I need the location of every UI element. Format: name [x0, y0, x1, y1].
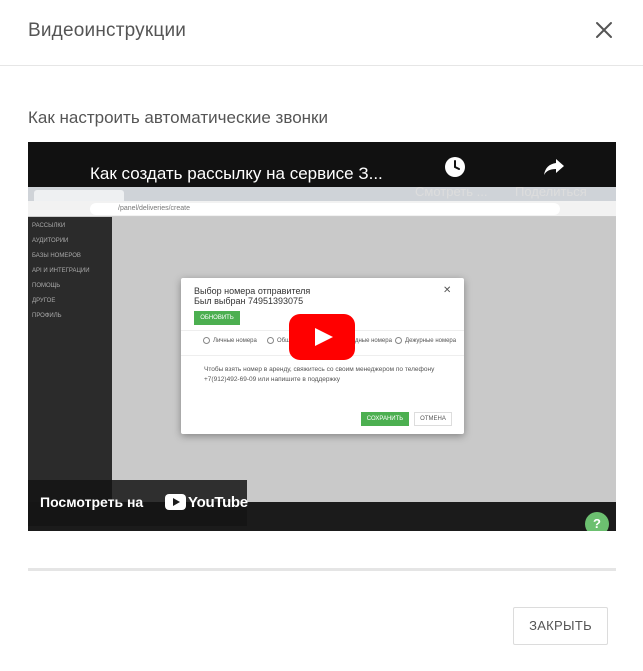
watch-on-label: Посмотреть на: [40, 494, 144, 510]
play-button[interactable]: [289, 314, 355, 360]
video-title[interactable]: Как создать рассылку на сервисе З...: [90, 164, 383, 184]
help-button: ?: [585, 512, 609, 531]
youtube-logo-icon: [165, 494, 186, 515]
url-field: /panel/deliveries/create: [90, 203, 560, 215]
dialog-title: Выбор номера отправителя: [194, 286, 311, 296]
dialog-text: Чтобы взять номер в аренду, свяжитесь со…: [204, 366, 435, 383]
app-sidebar: РАССЫЛКИ АУДИТОРИИ БАЗЫ НОМЕРОВ API И ИН…: [28, 217, 112, 502]
sidebar-item: БАЗЫ НОМЕРОВ: [32, 253, 81, 259]
video-subtitle: Как настроить автоматические звонки: [28, 108, 328, 127]
cancel-button: ОТМЕНА: [414, 412, 452, 426]
video-instructions-modal: Видеоинструкции Как настроить автоматиче…: [0, 0, 643, 671]
dialog-selected: Был выбран 74951393075: [194, 296, 304, 306]
sidebar-item: ПРОФИЛЬ: [32, 313, 62, 319]
watch-on-youtube-button[interactable]: Посмотреть на YouTube: [28, 480, 248, 526]
radio-personal: Личные номера: [203, 337, 257, 345]
clock-icon: [445, 157, 465, 177]
youtube-logo-text: YouTube: [188, 494, 248, 511]
sidebar-item: API И ИНТЕГРАЦИИ: [32, 268, 90, 274]
close-button[interactable]: ЗАКРЫТЬ: [513, 607, 608, 645]
radio-duty: Дежурные номера: [395, 337, 456, 345]
sidebar-item: АУДИТОРИИ: [32, 238, 69, 244]
update-button: ОБНОВИТЬ: [194, 311, 240, 325]
browser-address-bar: /panel/deliveries/create: [28, 201, 616, 217]
youtube-embed[interactable]: /panel/deliveries/create РАССЫЛКИ АУДИТО…: [28, 142, 616, 531]
share-icon: [544, 159, 564, 175]
dialog-close-icon: ✕: [443, 285, 452, 296]
modal-header: Видеоинструкции: [0, 0, 643, 66]
sidebar-item: ПОМОЩЬ: [32, 283, 61, 289]
sidebar-item: ДРУГОЕ: [32, 298, 56, 304]
browser-tab: [34, 190, 124, 201]
footer-divider: [28, 568, 616, 571]
watch-later-label: Смотреть ...: [415, 184, 488, 199]
watch-later-button[interactable]: [415, 156, 495, 183]
sidebar-item: РАССЫЛКИ: [32, 223, 66, 229]
share-label: Поделиться: [515, 184, 587, 199]
share-button[interactable]: [512, 156, 596, 183]
close-icon[interactable]: [590, 16, 618, 44]
modal-title: Видеоинструкции: [28, 20, 187, 41]
save-button: СОХРАНИТЬ: [361, 412, 409, 426]
